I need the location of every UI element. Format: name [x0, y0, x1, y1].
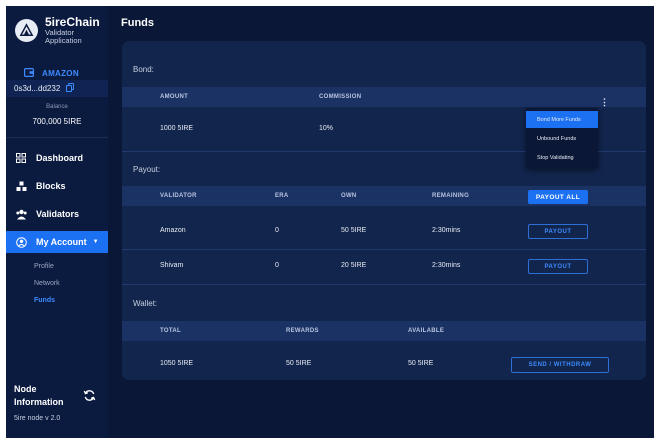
wallet-total: 1050 5IRE	[160, 360, 194, 367]
brand-subtitle-line2: Application	[45, 36, 82, 45]
brand: 5ireChain Validator Application	[15, 16, 100, 45]
nav-item-validators[interactable]: Validators	[6, 203, 108, 225]
payout-all-button[interactable]: PAYOUT ALL	[528, 190, 588, 204]
sub-item-profile[interactable]: Profile	[34, 263, 54, 270]
bond-header-commission: COMMISSION	[319, 94, 362, 100]
menu-item-bond-more-funds[interactable]: Bond More Funds	[526, 111, 598, 128]
balance-label: Balance	[46, 104, 68, 110]
nav-item-dashboard[interactable]: Dashboard	[6, 147, 108, 169]
bond-section-label: Bond:	[133, 65, 154, 74]
account-address: 0s3d...dd232	[14, 84, 61, 93]
payout-own: 20 5IRE	[341, 262, 367, 269]
payout-header-era: ERA	[275, 193, 289, 199]
nav-label-validators: Validators	[36, 209, 80, 219]
payout-era: 0	[275, 227, 279, 234]
wallet-section-label: Wallet:	[133, 299, 158, 308]
balance-value: 700,000 5IRE	[32, 117, 82, 126]
wallet-available: 50 5IRE	[408, 360, 434, 367]
nav-label-my-account: My Account	[36, 237, 87, 247]
menu-item-stop-validating[interactable]: Stop Validating	[526, 149, 598, 166]
dashboard-icon	[15, 152, 27, 164]
node-information-title: Node Information	[14, 383, 64, 409]
bond-commission: 10%	[319, 125, 334, 132]
payout-section-label: Payout:	[133, 165, 161, 174]
nav-item-blocks[interactable]: Blocks	[6, 175, 108, 197]
payout-own: 50 5IRE	[341, 227, 367, 234]
nav-label-blocks: Blocks	[36, 181, 66, 191]
caret-down-icon: ▼	[92, 239, 99, 245]
wallet-header-rewards: REWARDS	[286, 328, 319, 334]
payout-header-validator: VALIDATOR	[160, 193, 197, 199]
payout-validator: Amazon	[160, 227, 186, 234]
payout-remaining: 2:30mins	[432, 227, 461, 234]
sub-item-funds[interactable]: Funds	[34, 297, 55, 304]
more-options-icon[interactable]: ⋮	[600, 97, 609, 108]
bond-amount: 1000 5IRE	[160, 125, 194, 132]
payout-header-own: OWN	[341, 193, 357, 199]
account-icon	[15, 236, 27, 248]
bond-actions-menu: Bond More Funds Unbound Funds Stop Valid…	[526, 108, 598, 168]
payout-divider	[122, 284, 646, 285]
account-name: AMAZON	[42, 68, 79, 78]
payout-remaining: 2:30mins	[432, 262, 461, 269]
node-title-line1: Node	[14, 384, 37, 394]
validators-icon	[15, 208, 27, 220]
payout-button[interactable]: PAYOUT	[528, 224, 588, 239]
wallet-header-available: AVAILABLE	[408, 328, 445, 334]
payout-header-remaining: REMAINING	[432, 193, 470, 199]
address-bar: 0s3d...dd232	[6, 80, 108, 97]
app-window: 5ireChain Validator Application AMAZON 0…	[6, 6, 654, 438]
node-version: 5ire node v 2.0	[14, 415, 61, 422]
node-title-line2: Information	[14, 397, 64, 407]
send-withdraw-button[interactable]: SEND / WITHDRAW	[511, 357, 609, 373]
wallet-table-header: TOTAL REWARDS AVAILABLE	[122, 321, 646, 341]
wallet-rewards: 50 5IRE	[286, 360, 312, 367]
page-title: Funds	[121, 17, 154, 29]
sub-item-network[interactable]: Network	[34, 280, 60, 287]
funds-panel: Bond: AMOUNT COMMISSION 1000 5IRE 10% Pa…	[122, 41, 646, 380]
payout-era: 0	[275, 262, 279, 269]
payout-button[interactable]: PAYOUT	[528, 259, 588, 274]
refresh-icon[interactable]	[83, 389, 96, 407]
blocks-icon	[15, 180, 27, 192]
nav-item-my-account[interactable]: My Account ▼	[6, 231, 108, 253]
sidebar: 5ireChain Validator Application AMAZON 0…	[6, 6, 108, 438]
bond-table-header: AMOUNT COMMISSION	[122, 87, 646, 107]
copy-icon[interactable]	[66, 83, 75, 94]
bond-header-amount: AMOUNT	[160, 94, 189, 100]
5irechain-logo-icon	[15, 19, 38, 42]
payout-validator: Shivam	[160, 262, 184, 269]
menu-item-unbound-funds[interactable]: Unbound Funds	[526, 130, 598, 147]
nav-label-dashboard: Dashboard	[36, 153, 84, 163]
wallet-header-total: TOTAL	[160, 328, 181, 334]
sidebar-divider	[6, 137, 108, 138]
